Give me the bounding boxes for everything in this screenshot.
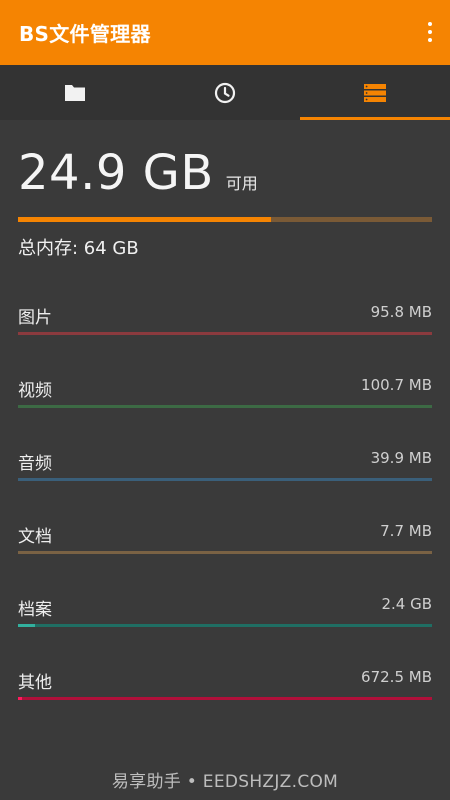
category-label: 文档 [18,527,52,547]
free-space-value: 24.9 GB [18,145,214,201]
category-label: 音频 [18,454,52,474]
storage-icon [364,83,386,102]
storage-usage-bar [18,217,432,222]
clock-icon [214,82,236,103]
watermark: 易享助手 • EEDSHZJZ.COM [111,772,339,792]
category-usage-fill [18,624,35,627]
tab-indicator [300,117,450,120]
category-size: 39.9 MB [370,449,432,467]
more-vert-icon[interactable] [424,20,436,44]
category-label: 档案 [18,600,52,620]
category-label: 视频 [18,381,52,401]
category-usage-bar [18,478,432,481]
category-size: 2.4 GB [381,595,432,613]
category-size: 672.5 MB [361,668,432,686]
category-row[interactable]: 其他 672.5 MB [18,665,432,705]
category-row[interactable]: 档案 2.4 GB [18,592,432,632]
tab-files[interactable] [0,65,150,120]
category-usage-bar [18,697,432,700]
tab-bar [0,65,450,120]
category-usage-bar [18,405,432,408]
category-usage-fill [18,697,23,700]
category-row[interactable]: 文档 7.7 MB [18,519,432,559]
category-usage-bar [18,551,432,554]
free-space: 24.9 GB 可用 [18,145,258,201]
category-size: 100.7 MB [361,376,432,394]
category-row[interactable]: 音频 39.9 MB [18,446,432,486]
category-label: 其他 [18,673,52,693]
category-label: 图片 [18,308,52,328]
category-usage-bar [18,332,432,335]
category-row[interactable]: 图片 95.8 MB [18,300,432,340]
app-title: BS文件管理器 [19,22,151,46]
folder-icon [65,84,85,101]
category-row[interactable]: 视频 100.7 MB [18,373,432,413]
app-bar: BS文件管理器 [0,0,450,65]
tab-storage[interactable] [300,65,450,120]
category-usage-bar [18,624,432,627]
tab-recent[interactable] [150,65,300,120]
storage-usage-fill [18,217,271,222]
category-size: 7.7 MB [380,522,432,540]
category-size: 95.8 MB [370,303,432,321]
total-storage: 总内存: 64 GB [18,238,139,259]
free-space-label: 可用 [225,174,258,193]
